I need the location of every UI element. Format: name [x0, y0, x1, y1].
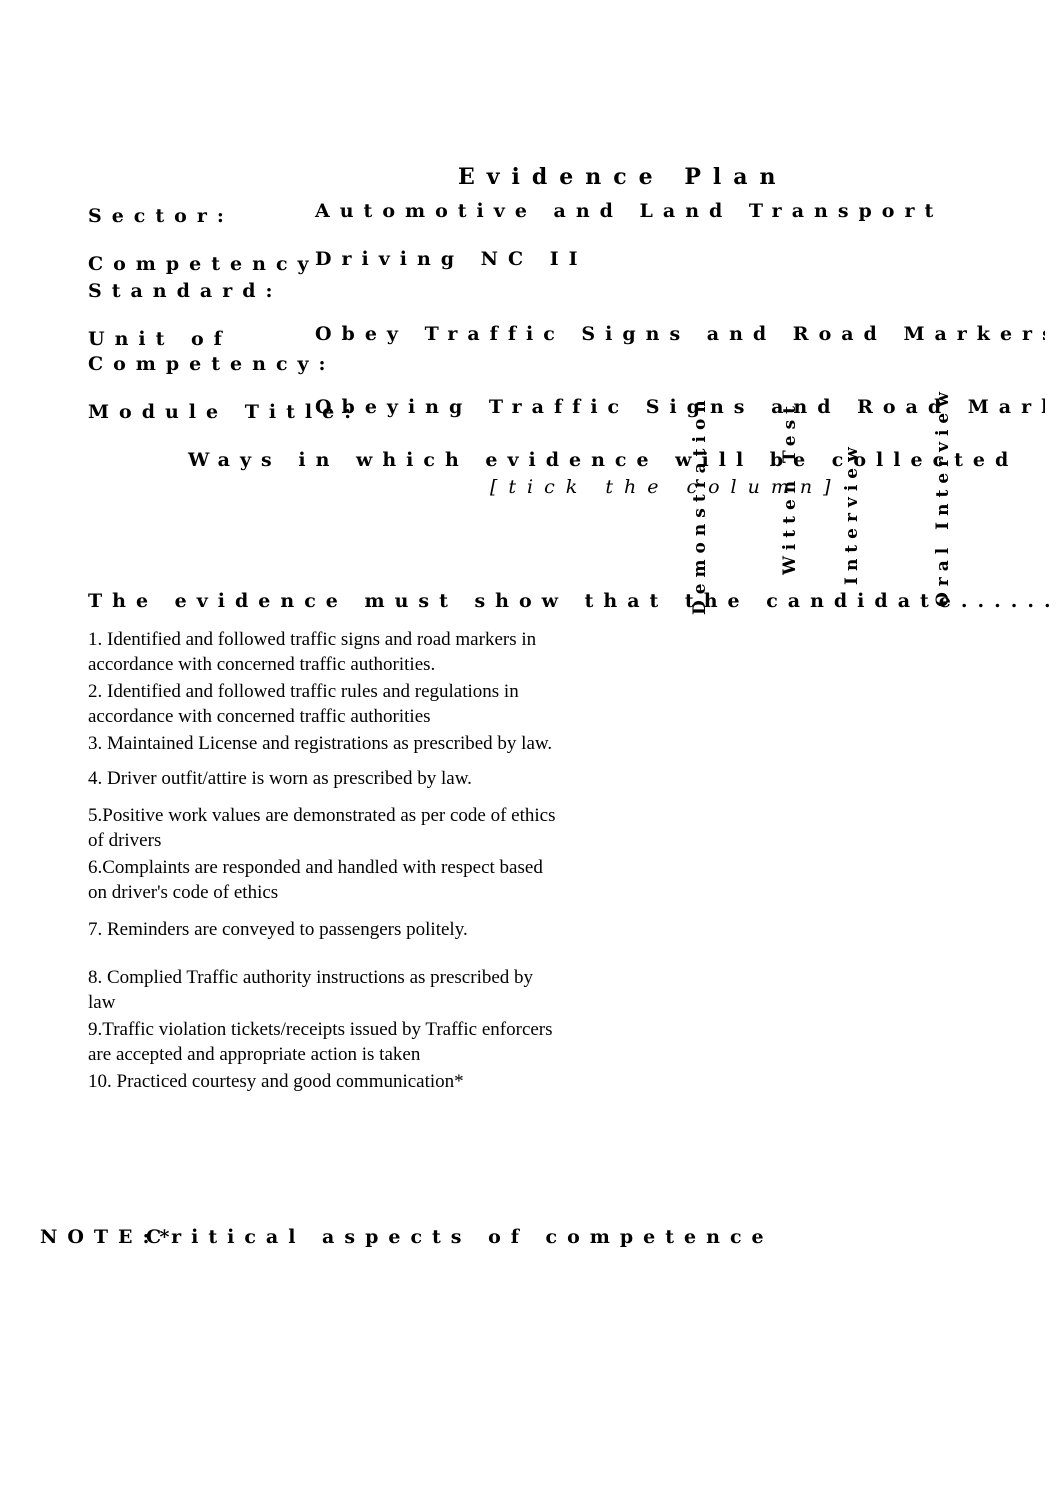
- criteria-item: 3. Maintained License and registrations …: [88, 733, 553, 754]
- unit-of-competency-label: Unit of: [88, 328, 232, 350]
- criteria-item: 4. Driver outfit/attire is worn as presc…: [88, 768, 472, 789]
- sector-value: Automotive and Land Transport: [315, 200, 944, 222]
- method-header-oral-interview: Oral Interview: [933, 386, 953, 607]
- criteria-item: 10. Practiced courtesy and good communic…: [88, 1071, 464, 1092]
- page-title: Evidence Plan: [458, 164, 788, 190]
- criteria-item: 6.Complaints are responded and handled w…: [88, 857, 543, 903]
- criteria-item: 5.Positive work values are demonstrated …: [88, 805, 556, 851]
- criteria-item: 9.Traffic violation tickets/receipts iss…: [88, 1019, 553, 1065]
- criteria-item: 1. Identified and followed traffic signs…: [88, 629, 537, 675]
- criteria-item: 7. Reminders are conveyed to passengers …: [88, 919, 468, 940]
- ways-heading: Ways in which evidence will be collected: [188, 449, 1019, 471]
- method-header-interview: Interview: [842, 441, 862, 585]
- competency-standard-label: Competency: [88, 253, 319, 275]
- method-header-written-test: Witten Test: [780, 400, 800, 575]
- competency-standard-label-cont: Standard:: [88, 280, 283, 302]
- criteria-item: 8. Complied Traffic authority instructio…: [88, 967, 534, 1013]
- note-text: Critical aspects of competence: [146, 1226, 774, 1248]
- sector-label: Sector:: [88, 205, 234, 227]
- unit-of-competency-value: Obey Traffic Signs and Road Markers: [315, 323, 1045, 345]
- competency-standard-value: Driving NC II: [315, 248, 588, 270]
- unit-of-competency-label-cont: Competency:: [88, 353, 336, 375]
- evidence-heading: The evidence must show that the candidat…: [88, 590, 1061, 612]
- criteria-list: 1. Identified and followed traffic signs…: [88, 627, 558, 1094]
- method-header-demonstration: Demonstration: [690, 394, 710, 615]
- criteria-item: 2. Identified and followed traffic rules…: [88, 681, 519, 727]
